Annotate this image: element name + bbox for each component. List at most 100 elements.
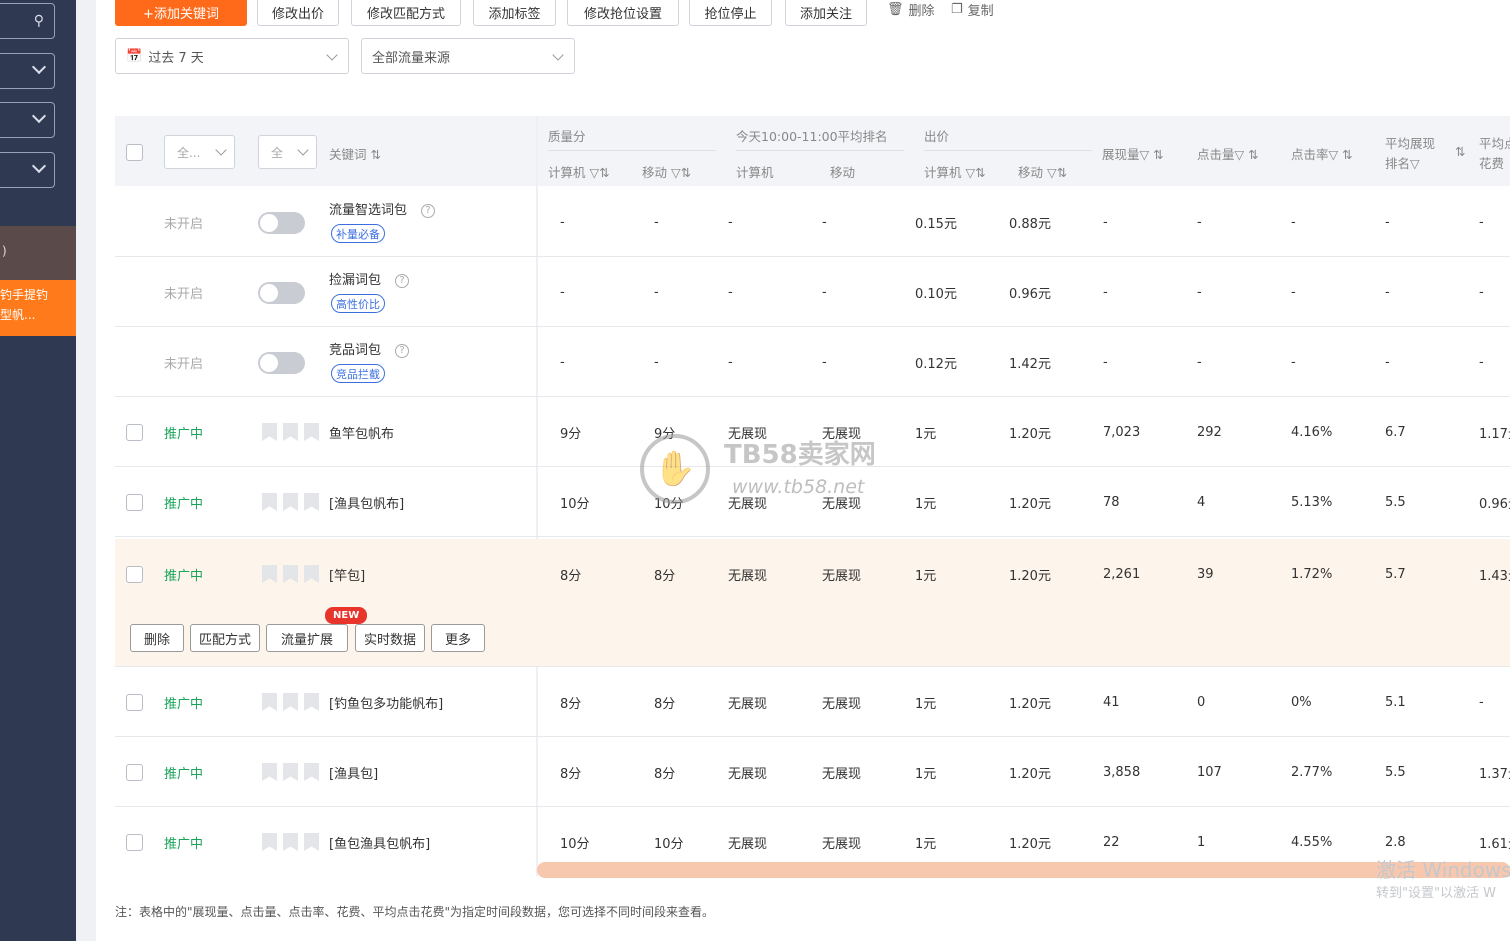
flag-icon[interactable] xyxy=(262,833,277,851)
sort-icon[interactable]: ⇅ xyxy=(1455,144,1465,159)
row-delete-button[interactable]: 删除 xyxy=(130,624,184,652)
modify-bid-button[interactable]: 修改出价 xyxy=(257,0,339,26)
horizontal-scrollbar[interactable] xyxy=(537,862,1510,878)
col-avg-cost[interactable]: 平均点 花费 xyxy=(1479,134,1510,174)
package-toggle[interactable] xyxy=(258,352,305,374)
bid-pc[interactable]: 0.10元 xyxy=(915,257,957,327)
col-quality-pc[interactable]: 计算机 ▽⇅ xyxy=(548,162,610,181)
flag-icon[interactable] xyxy=(262,763,277,781)
flag-icon[interactable] xyxy=(262,565,277,583)
flag-icon[interactable] xyxy=(304,833,319,851)
bid-mobile[interactable]: 0.96元 xyxy=(1009,257,1051,327)
add-keyword-button[interactable]: +添加关键词 xyxy=(115,0,247,26)
flag-icon[interactable] xyxy=(304,693,319,711)
sidebar-search-box[interactable]: ⚲ xyxy=(0,3,55,39)
filter-icon: ▽ xyxy=(1410,156,1420,171)
flag-icon[interactable] xyxy=(262,493,277,511)
row-checkbox[interactable] xyxy=(126,764,143,781)
table-header: 全... 全 关键词 ⇅ 质量分 今天10:00-11:00平均排名 出价 计算… xyxy=(115,116,1510,186)
select-all-checkbox[interactable] xyxy=(126,144,143,161)
row-more-button[interactable]: 更多 xyxy=(431,624,485,652)
help-icon[interactable]: ? xyxy=(421,203,436,218)
col-avg-rank-line2: 排名 xyxy=(1385,156,1411,171)
flag-icon[interactable] xyxy=(283,423,298,441)
help-icon[interactable]: ? xyxy=(395,343,410,358)
flag-icon[interactable] xyxy=(283,763,298,781)
package-toggle[interactable] xyxy=(258,212,305,234)
chevron-down-icon xyxy=(31,158,47,174)
bid-mobile[interactable]: 0.88元 xyxy=(1009,187,1051,257)
flag-icon[interactable] xyxy=(283,693,298,711)
quality-mobile: - xyxy=(654,354,659,370)
flag-icon[interactable] xyxy=(262,693,277,711)
row-checkbox[interactable] xyxy=(126,424,143,441)
keyword-text: [竿包] xyxy=(329,568,366,584)
col-avg-rank[interactable]: 平均展现 排名▽ xyxy=(1385,134,1435,174)
package-name: 捡漏词包? xyxy=(329,269,410,288)
flag-icon[interactable] xyxy=(262,423,277,441)
keyword-text: [渔具包] xyxy=(329,766,379,782)
package-toggle[interactable] xyxy=(258,282,305,304)
delete-link[interactable]: 🗑 删除 xyxy=(887,0,935,19)
bid-pc[interactable]: 1元 xyxy=(915,397,936,467)
bid-pc[interactable]: 1元 xyxy=(915,667,936,737)
avg-cost: 0.96元 xyxy=(1479,496,1510,512)
col-bid-pc[interactable]: 计算机 ▽⇅ xyxy=(924,162,986,181)
flag-icon[interactable] xyxy=(304,565,319,583)
add-tag-button[interactable]: 添加标签 xyxy=(473,0,556,26)
row-realtime-button[interactable]: 实时数据 xyxy=(355,624,425,652)
col-quality-mobile[interactable]: 移动 ▽⇅ xyxy=(642,162,691,181)
row-match-button[interactable]: 匹配方式 xyxy=(190,624,260,652)
stop-grab-button[interactable]: 抢位停止 xyxy=(689,0,772,26)
add-follow-button[interactable]: 添加关注 xyxy=(785,0,867,26)
quality-pc: 8分 xyxy=(560,568,582,584)
bid-pc[interactable]: 0.12元 xyxy=(915,327,957,397)
impressions: - xyxy=(1103,214,1108,230)
bid-mobile[interactable]: 1.20元 xyxy=(1009,667,1051,737)
flag-icon[interactable] xyxy=(283,565,298,583)
col-impressions[interactable]: 展现量▽ ⇅ xyxy=(1102,144,1164,163)
type-filter-select[interactable]: 全 xyxy=(258,135,317,169)
col-clicks[interactable]: 点击量▽ ⇅ xyxy=(1197,144,1259,163)
row-checkbox[interactable] xyxy=(126,566,143,583)
sidebar-select-3[interactable] xyxy=(0,152,55,188)
sidebar-item-active[interactable]: 钓手提钓 型帆... xyxy=(0,280,76,336)
col-keyword[interactable]: 关键词 ⇅ xyxy=(329,144,381,163)
sidebar-select-2[interactable] xyxy=(0,102,55,138)
clicks: - xyxy=(1197,214,1202,230)
flag-icon[interactable] xyxy=(283,833,298,851)
bid-mobile[interactable]: 1.42元 xyxy=(1009,327,1051,397)
flag-icon[interactable] xyxy=(304,763,319,781)
bid-pc[interactable]: 1元 xyxy=(915,737,936,807)
row-checkbox[interactable] xyxy=(126,834,143,851)
col-rank-mobile: 移动 xyxy=(830,165,856,180)
help-icon[interactable]: ? xyxy=(395,273,410,288)
bid-pc[interactable]: 1元 xyxy=(915,539,936,609)
flag-icon[interactable] xyxy=(283,493,298,511)
modify-match-button[interactable]: 修改匹配方式 xyxy=(351,0,461,26)
traffic-source-select[interactable]: 全部流量来源 xyxy=(361,38,575,74)
col-ctr[interactable]: 点击率▽ ⇅ xyxy=(1291,144,1353,163)
row-expand-button[interactable]: 流量扩展 xyxy=(266,624,348,652)
bid-mobile[interactable]: 1.20元 xyxy=(1009,539,1051,609)
bid-mobile[interactable]: 1.20元 xyxy=(1009,397,1051,467)
col-keyword-label: 关键词 xyxy=(329,147,367,162)
bid-mobile[interactable]: 1.20元 xyxy=(1009,467,1051,537)
row-checkbox[interactable] xyxy=(126,694,143,711)
flag-icon[interactable] xyxy=(304,423,319,441)
bid-pc[interactable]: 1元 xyxy=(915,467,936,537)
chevron-down-icon xyxy=(297,144,309,156)
watermark: ✋ TB58卖家网 www.tb58.net xyxy=(640,430,880,510)
status-filter-select[interactable]: 全... xyxy=(164,135,235,169)
modify-grab-button[interactable]: 修改抢位设置 xyxy=(567,0,679,26)
date-range-select[interactable]: 📅 过去 7 天 xyxy=(115,38,349,74)
bid-pc[interactable]: 0.15元 xyxy=(915,187,957,257)
windows-activation-title: 激活 Windows xyxy=(1376,858,1510,882)
bid-mobile[interactable]: 1.20元 xyxy=(1009,737,1051,807)
row-checkbox[interactable] xyxy=(126,494,143,511)
sidebar-item-prev[interactable]: ) xyxy=(0,226,76,280)
col-bid-mobile[interactable]: 移动 ▽⇅ xyxy=(1018,162,1067,181)
sidebar-select-1[interactable] xyxy=(0,53,55,89)
copy-link[interactable]: ❐ 复制 xyxy=(951,0,994,19)
flag-icon[interactable] xyxy=(304,493,319,511)
